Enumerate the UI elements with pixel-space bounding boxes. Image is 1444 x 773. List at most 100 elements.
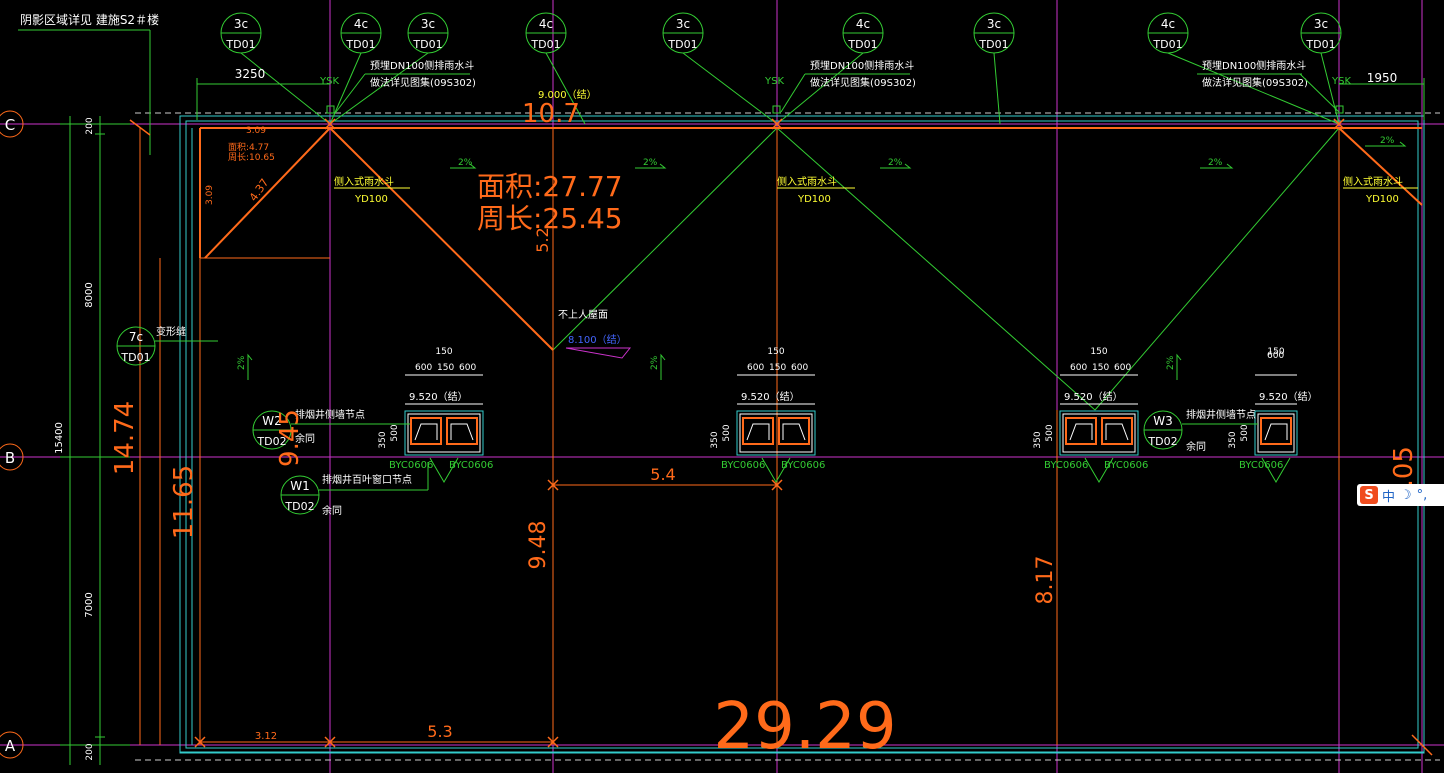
drain-note-3-line1: 预埋DN100侧排雨水斗 [1202, 59, 1306, 72]
slope-4: 2% [1208, 158, 1223, 168]
dim-left-8000: 8000 [84, 282, 95, 307]
shaft-side-500: 500 [1045, 424, 1055, 441]
drain-note-3-line2: 做法详见图集(09S302) [1202, 76, 1308, 89]
shaft-side-500: 500 [722, 424, 732, 441]
bubble-left-ref: TD01 [120, 351, 150, 364]
bubble-top-2[interactable]: 4c TD01 [340, 12, 382, 54]
axis-label-c: C [5, 116, 15, 134]
bubble-top-ref: TD01 [667, 38, 697, 51]
w1-title: 排烟井百叶窗口节点 [322, 473, 412, 486]
shaft-dim-600-a: 600 [1070, 363, 1087, 373]
dim-top-right: 1950 [1367, 71, 1398, 85]
measure-29-29: 29.29 [713, 690, 896, 764]
bubble-top-3[interactable]: 3c TD01 [407, 12, 449, 54]
bubble-top-ref: TD01 [1305, 38, 1335, 51]
ime-mode-label[interactable]: 中 [1382, 486, 1395, 505]
bubble-top-4[interactable]: 4c TD01 [525, 12, 567, 54]
bubble-top-5[interactable]: 3c TD01 [662, 12, 704, 54]
bubble-top-num: 4c [856, 17, 870, 31]
dim-top-left: 3250 [235, 67, 266, 81]
bubble-top-num: 3c [1314, 17, 1328, 31]
measure-14-74: 14.74 [110, 401, 140, 475]
bubble-top-num: 3c [987, 17, 1001, 31]
w1-ref: TD02 [284, 500, 314, 513]
shaft-dim-600-a: 600 [747, 363, 764, 373]
w3-note: 余同 [1186, 440, 1206, 453]
measure-3-12: 3.12 [255, 731, 277, 742]
bubble-top-ref: TD01 [847, 38, 877, 51]
bubble-top-7[interactable]: 3c TD01 [973, 12, 1015, 54]
drain-note-1-line1: 预埋DN100侧排雨水斗 [370, 59, 474, 72]
ysk-label-2: YSK [764, 76, 784, 87]
w3-title: 排烟井侧墙节点 [1186, 408, 1256, 421]
bubble-top-9[interactable]: 3c TD01 [1300, 12, 1342, 54]
shaft-side-350: 350 [378, 431, 388, 448]
bubble-top-num: 4c [1161, 17, 1175, 31]
drain-note-2-line2: 做法详见图集(09S302) [810, 76, 916, 89]
w3-ref: TD02 [1147, 435, 1177, 448]
roof-drain-code-1: YD100 [354, 194, 388, 205]
bubble-top-ref: TD01 [225, 38, 255, 51]
shaft-side-500: 500 [1240, 424, 1250, 441]
bubble-top-num: 3c [676, 17, 690, 31]
bubble-top-num: 4c [539, 17, 553, 31]
shaft-dim-600: 600 [1267, 351, 1284, 361]
shaft-dim-600-b: 600 [1114, 363, 1131, 373]
shaft-dim-150-b: 150 [1092, 363, 1109, 373]
bubble-top-ref: TD01 [530, 38, 560, 51]
dim-left-200-bottom: 200 [85, 743, 95, 760]
measure-9-48: 9.48 [526, 521, 551, 570]
measure-5-2: 5.2 [533, 227, 552, 252]
corner-dim-top: 3.09 [246, 126, 266, 136]
dim-left-total: 15400 [54, 422, 65, 454]
drain-note-2-line1: 预埋DN100侧排雨水斗 [810, 59, 914, 72]
bubble-top-8[interactable]: 4c TD01 [1147, 12, 1189, 54]
shaft-dim-600-b: 600 [459, 363, 476, 373]
ysk-label-1: YSK [319, 76, 339, 87]
w1-num: W1 [290, 479, 310, 493]
slope-2: 2% [643, 158, 658, 168]
bubble-top-1[interactable]: 3c TD01 [220, 12, 262, 54]
ysk-label-3: YSK [1331, 76, 1351, 87]
roof-drain-label-2: 侧入式雨水斗 [777, 175, 837, 188]
shaft-elevation: 9.520（结） [741, 390, 800, 403]
shaft-elevation: 9.520（结） [409, 390, 468, 403]
shaft-dim-150-b: 150 [769, 363, 786, 373]
measure-8-17: 8.17 [1033, 556, 1058, 605]
roof-drain-label-1: 侧入式雨水斗 [334, 175, 394, 188]
measure-9-45: 9.45 [275, 409, 305, 467]
slope-5: 2% [1380, 136, 1395, 146]
measure-5-3: 5.3 [427, 722, 452, 741]
corner-area: 面积:4.77 [228, 141, 269, 153]
bubble-top-ref: TD01 [412, 38, 442, 51]
bubble-top-num: 3c [234, 17, 248, 31]
vent-label-left: BYC0606 [721, 460, 765, 471]
axis-label-b: B [5, 449, 15, 467]
roof-drain-code-3: YD100 [1365, 194, 1399, 205]
shaft-side-350: 350 [1033, 431, 1043, 448]
slope-3: 2% [888, 158, 903, 168]
slope-8: 2% [1166, 355, 1176, 370]
roof-drain-code-2: YD100 [797, 194, 831, 205]
dim-left-200-top: 200 [85, 117, 95, 134]
header-note: 阴影区域详见 建施S2＃楼 [20, 12, 159, 27]
shaft-dim-150: 150 [767, 347, 784, 357]
shaft-side-350: 350 [710, 431, 720, 448]
cad-drawing-canvas[interactable]: 3c TD01 4c TD01 3c TD01 4c TD01 3c TD01 4c TD01 3c TD… [0, 0, 1444, 773]
vent-label-left: BYC0606 [1239, 460, 1283, 471]
bubble-top-ref: TD01 [978, 38, 1008, 51]
moon-icon[interactable]: ☽ [1400, 488, 1412, 503]
w1-note: 余同 [322, 504, 342, 517]
bubble-top-6[interactable]: 4c TD01 [842, 12, 884, 54]
ime-toolbar[interactable]: S 中 ☽ °, [1357, 484, 1444, 506]
roof-elevation: 8.100（结） [568, 333, 627, 346]
bubble-left-num: 7c [129, 330, 143, 344]
punctuation-icon[interactable]: °, [1417, 488, 1428, 503]
bubble-top-ref: TD01 [345, 38, 375, 51]
measure-11-65: 11.65 [169, 465, 199, 539]
sogou-logo-icon[interactable]: S [1360, 486, 1378, 504]
shaft-dim-150: 150 [1090, 347, 1107, 357]
w3-num: W3 [1153, 414, 1173, 428]
dim-left-7000: 7000 [84, 592, 95, 617]
measure-5-4: 5.4 [650, 465, 675, 484]
